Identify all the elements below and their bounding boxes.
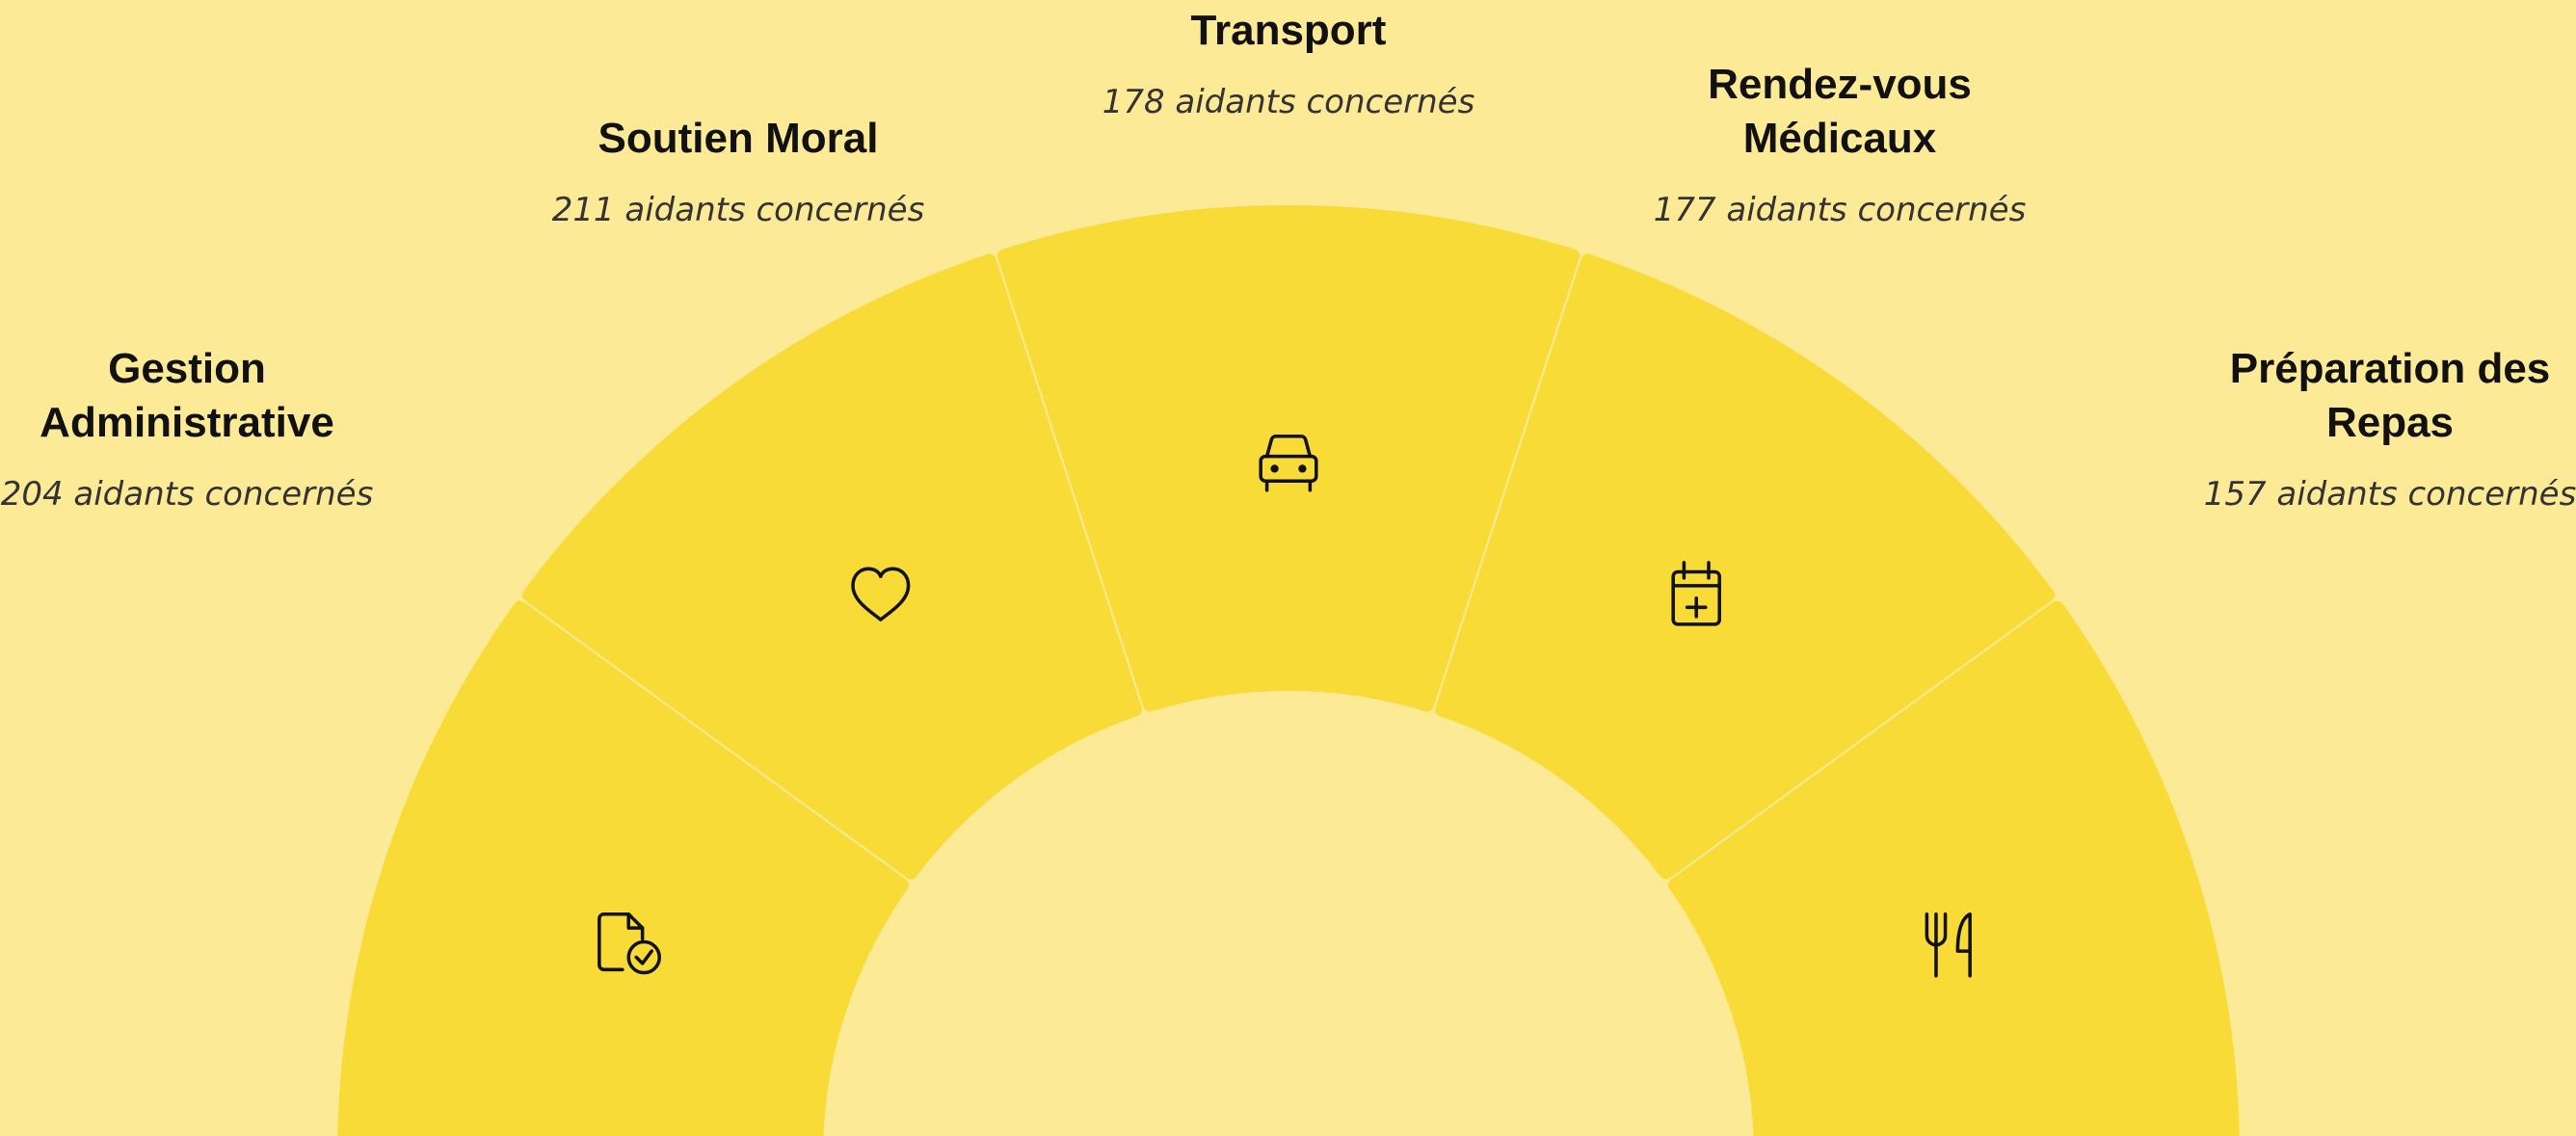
segment-count-repas: 157 aidants concernés xyxy=(2203,475,2576,514)
segment-title-rdv: Rendez-vous Médicaux xyxy=(1708,61,1972,162)
label-repas: Préparation des Repas 157 aidants concer… xyxy=(2139,342,2576,514)
segment-title-gestion: Gestion Administrative xyxy=(40,345,334,446)
label-transport: Transport 178 aidants concernés xyxy=(1038,4,1539,121)
segment-title-soutien: Soutien Moral xyxy=(598,115,879,162)
label-gestion: Gestion Administrative 204 aidants conce… xyxy=(0,342,438,514)
diagram-canvas: Gestion Administrative 204 aidants conce… xyxy=(0,0,2576,1136)
label-rdv: Rendez-vous Médicaux 177 aidants concern… xyxy=(1589,58,2090,229)
segment-count-gestion: 204 aidants concernés xyxy=(0,475,374,514)
segment-title-repas: Préparation des Repas xyxy=(2229,345,2551,446)
segment-count-soutien: 211 aidants concernés xyxy=(551,191,925,229)
segment-title-transport: Transport xyxy=(1190,7,1387,54)
label-soutien: Soutien Moral 211 aidants concernés xyxy=(488,112,989,229)
semi-circle-diagram xyxy=(337,205,2240,1136)
segment-count-rdv: 177 aidants concernés xyxy=(1653,191,2027,229)
segment-count-transport: 178 aidants concernés xyxy=(1102,83,1475,121)
